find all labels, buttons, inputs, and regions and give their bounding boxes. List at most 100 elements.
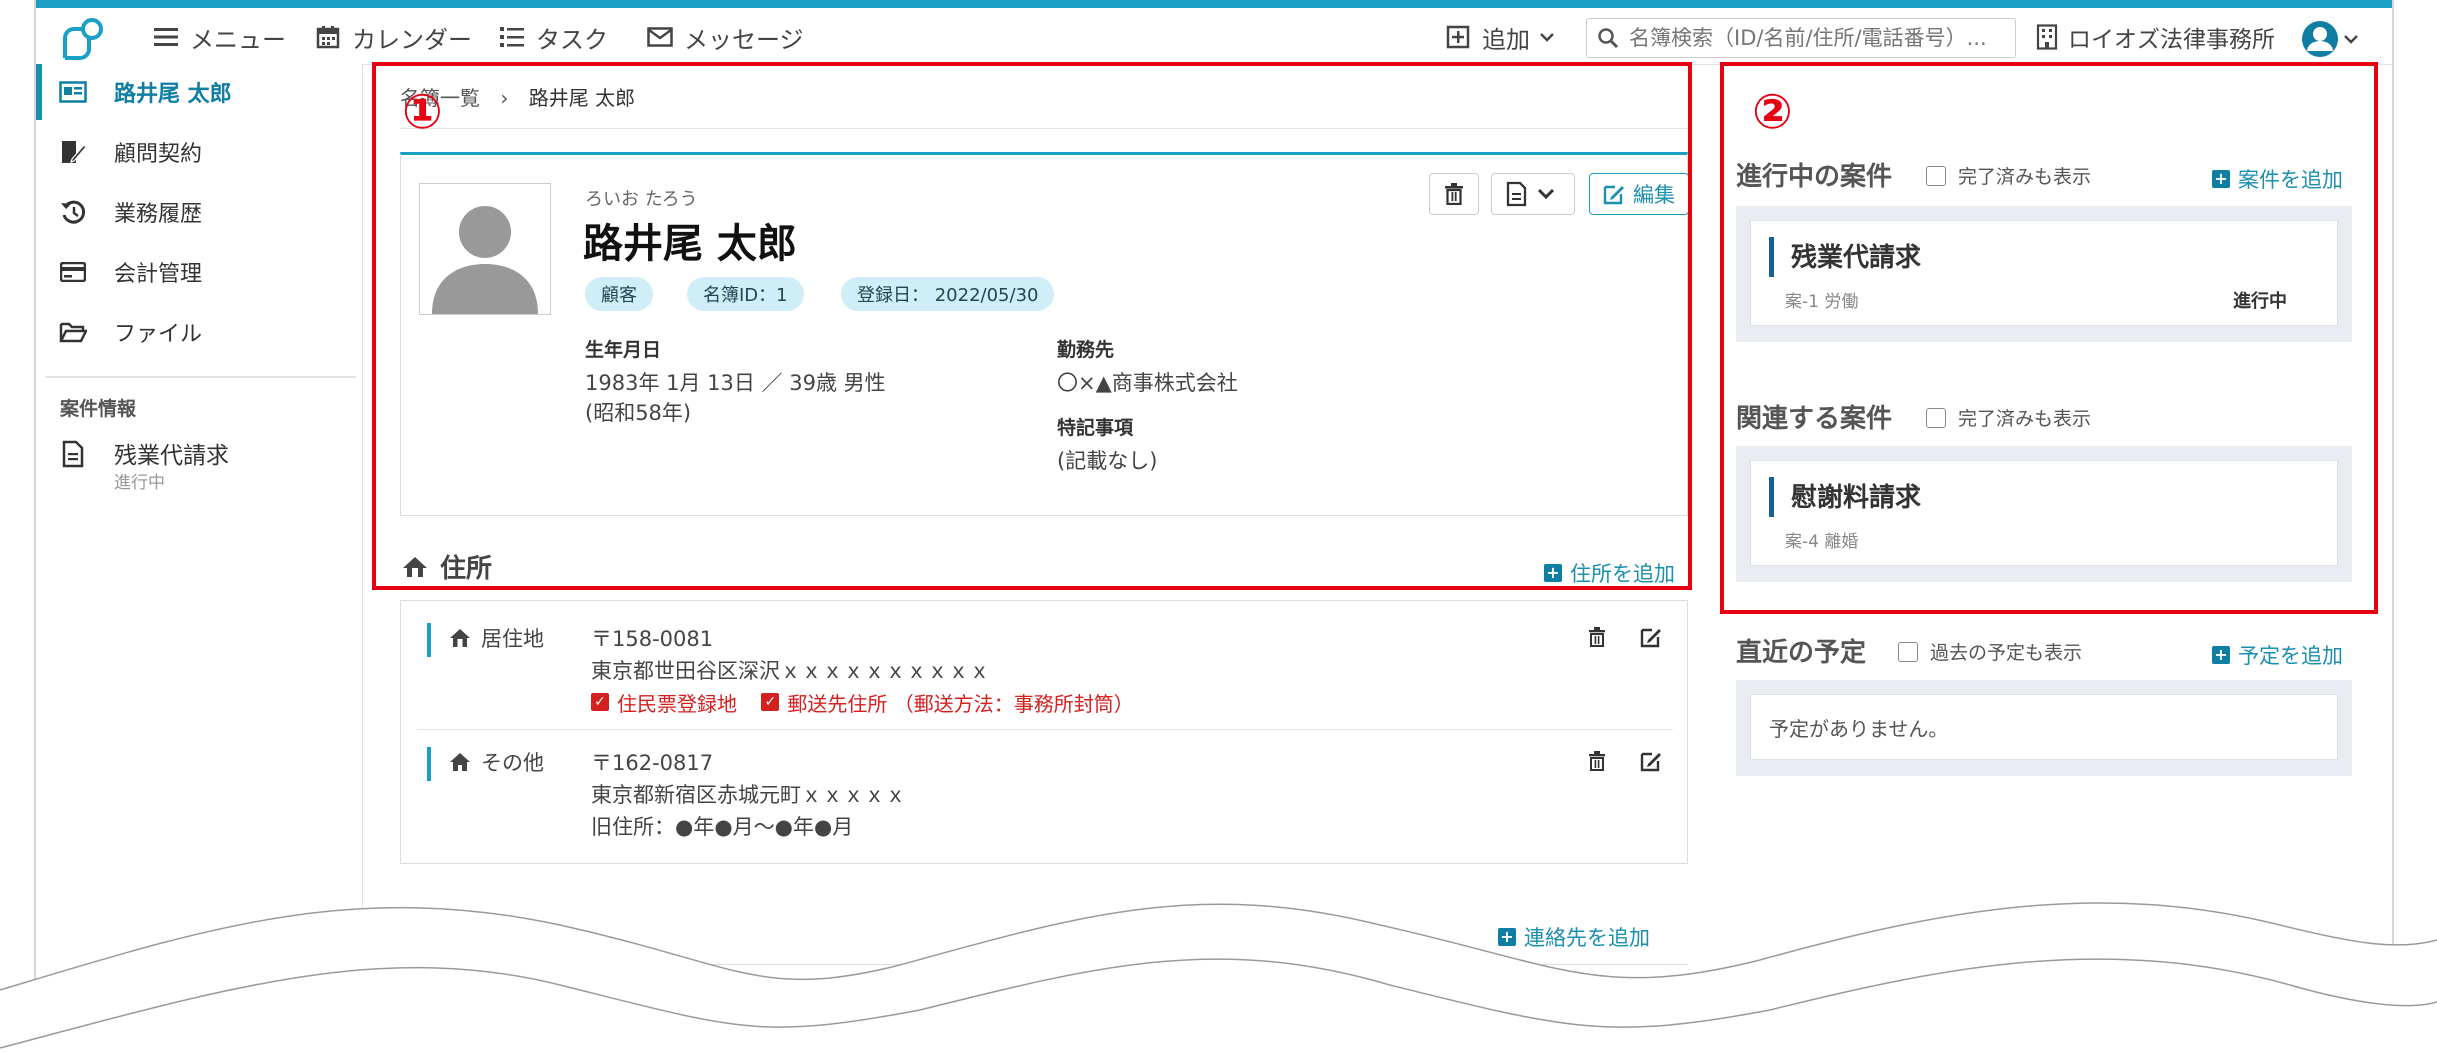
plus-icon: + [2212, 646, 2230, 664]
address-delete-button[interactable] [1583, 623, 1611, 651]
sidebar-case-status: 進行中 [114, 473, 165, 493]
highlight-box-2 [1720, 62, 2378, 614]
address-row: その他 〒162-0817 東京都新宿区赤城元町ｘｘｘｘｘ 旧住所：●年●月～●… [427, 743, 1667, 843]
add-contact-link[interactable]: + 連絡先を追加 [1498, 922, 1650, 952]
edit-icon [1640, 628, 1661, 648]
hamburger-icon [152, 23, 180, 51]
address-text: 東京都新宿区赤城元町ｘｘｘｘｘ [591, 783, 906, 807]
document-icon [62, 440, 84, 472]
top-accent-bar [36, 0, 2392, 8]
nav-calendar[interactable]: カレンダー [314, 22, 472, 54]
sidebar-item-accounting[interactable]: 会計管理 [36, 244, 362, 300]
nav-menu-label: メニュー [190, 25, 286, 54]
address-type-label: 居住地 [481, 627, 544, 651]
sidebar-item-label: ファイル [114, 322, 203, 347]
mailing-address-label: 郵送先住所 （郵送方法：事務所封筒） [787, 691, 1134, 716]
address-type: 居住地 [449, 623, 544, 653]
schedule-show-past[interactable]: 過去の予定も表示 [1898, 638, 2082, 665]
marker-one: ① [402, 84, 443, 140]
trash-icon [1589, 751, 1605, 771]
check-icon: ✓ [591, 693, 609, 711]
schedule-show-past-label: 過去の予定も表示 [1930, 642, 2083, 664]
firm-selector[interactable]: ロイオズ法律事務所 [2036, 22, 2275, 53]
home-icon [449, 752, 471, 772]
check-icon: ✓ [761, 693, 780, 711]
history-icon [58, 197, 88, 227]
sidebar-item-contract[interactable]: 顧問契約 [36, 124, 362, 180]
contact-section-title: 連絡先 [402, 912, 516, 949]
contact-section-label: 連絡先 [438, 918, 517, 948]
address-row-accent [427, 623, 431, 657]
search-box[interactable] [1586, 18, 2016, 58]
nav-messages[interactable]: メッセージ [646, 22, 804, 54]
address-type-label: その他 [481, 751, 544, 775]
sidebar-case-item[interactable]: 残業代請求 進行中 [58, 432, 358, 502]
credit-card-icon [58, 257, 88, 287]
sidebar-item-label: 顧問契約 [114, 142, 203, 167]
address-type: その他 [449, 747, 544, 777]
mailing-address-flag: ✓ 郵送先住所 （郵送方法：事務所封筒） [761, 688, 1134, 717]
sidebar-divider [46, 376, 356, 378]
nav-messages-label: メッセージ [684, 25, 804, 54]
address-row: 居住地 〒158-0081 東京都世田谷区深沢ｘｘｘｘｘｘｘｘｘｘ ✓ 住民票登録… [427, 619, 1667, 719]
user-menu[interactable] [2301, 20, 2358, 58]
add-contact-label: 連絡先を追加 [1524, 926, 1650, 950]
task-list-icon [498, 23, 526, 51]
firm-name: ロイオズ法律事務所 [2068, 27, 2275, 53]
address-row-accent [427, 747, 431, 781]
add-dropdown-label: 追加 [1482, 25, 1530, 54]
address-edit-button[interactable] [1637, 747, 1665, 775]
address-row-divider [417, 729, 1673, 730]
address-text: 東京都世田谷区深沢ｘｘｘｘｘｘｘｘｘｘ [591, 659, 990, 683]
app-logo-icon[interactable] [60, 16, 108, 62]
address-flags: ✓ 住民票登録地 ✓ 郵送先住所 （郵送方法：事務所封筒） [591, 687, 1152, 717]
folder-open-icon [58, 317, 88, 347]
header: メニュー カレンダー タスク メッセージ 追加 名簿検索（ID/名前/住所/電話… [36, 8, 2392, 65]
schedule-empty-box: 予定がありません。 [1750, 694, 2338, 760]
schedule-show-past-checkbox[interactable] [1898, 641, 1918, 662]
resident-registration-label: 住民票登録地 [617, 691, 737, 716]
sidebar-item-files[interactable]: ファイル [36, 304, 362, 360]
edit-icon [1640, 752, 1661, 772]
previous-address: 旧住所：●年●月～●年●月 [591, 815, 854, 839]
resident-registration-flag: ✓ 住民票登録地 [591, 688, 737, 717]
add-schedule-link[interactable]: + 予定を追加 [2212, 640, 2343, 670]
plus-square-icon [1444, 23, 1472, 51]
building-icon [2036, 24, 2058, 50]
trash-icon [1589, 627, 1605, 647]
nav-tasks[interactable]: タスク [498, 22, 608, 54]
sidebar-case-title: 残業代請求 [114, 443, 229, 469]
sidebar-item-label: 業務履歴 [114, 202, 203, 227]
nav-tasks-label: タスク [536, 25, 608, 54]
address-list: 居住地 〒158-0081 東京都世田谷区深沢ｘｘｘｘｘｘｘｘｘｘ ✓ 住民票登録… [400, 600, 1688, 864]
address-zip: 〒158-0081 [591, 627, 714, 651]
highlight-box-1 [372, 62, 1692, 590]
add-dropdown[interactable]: 追加 [1444, 22, 1554, 54]
search-input[interactable] [1627, 25, 2001, 51]
id-card-icon [58, 77, 88, 107]
address-edit-button[interactable] [1637, 623, 1665, 651]
user-avatar-icon [2302, 21, 2358, 57]
address-zip: 〒162-0817 [591, 751, 714, 775]
schedule-panel: 予定がありません。 [1736, 680, 2352, 776]
schedule-empty-text: 予定がありません。 [1769, 717, 1949, 741]
house-icon [449, 628, 471, 648]
nav-calendar-label: カレンダー [352, 25, 472, 54]
sidebar-item-label: 会計管理 [114, 262, 203, 287]
chevron-down-icon [1540, 32, 1554, 42]
contact-book-icon [402, 918, 426, 944]
schedule-title: 直近の予定 [1736, 638, 1867, 668]
nav-menu[interactable]: メニュー [152, 22, 286, 54]
calendar-icon [314, 23, 342, 51]
search-icon [1597, 27, 1619, 49]
add-schedule-label: 予定を追加 [2238, 644, 2343, 668]
envelope-icon [646, 23, 674, 51]
sidebar-section-title: 案件情報 [60, 398, 137, 420]
plus-icon: + [1498, 928, 1516, 946]
marker-two: ② [1752, 84, 1793, 140]
contract-icon [58, 137, 88, 167]
sidebar-item-history[interactable]: 業務履歴 [36, 184, 362, 240]
contact-divider [400, 964, 1688, 965]
address-delete-button[interactable] [1583, 747, 1611, 775]
sidebar-item-profile[interactable]: 路井尾 太郎 [36, 64, 362, 120]
